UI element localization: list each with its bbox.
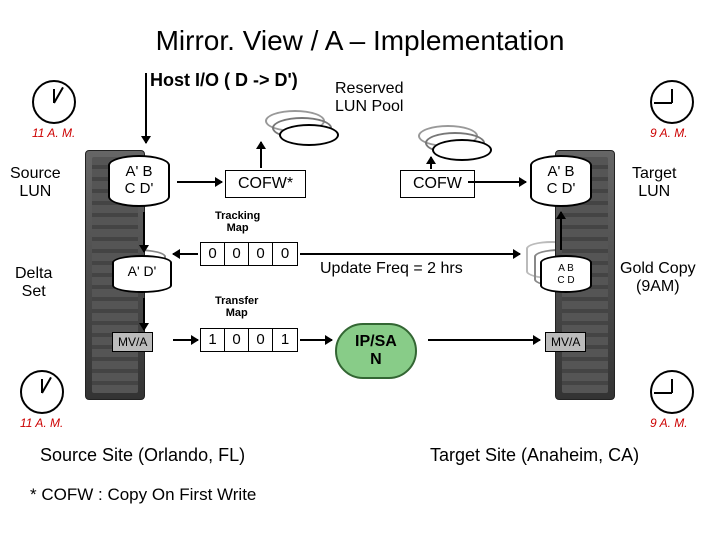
arrow-cofw-to-target xyxy=(468,181,526,183)
mv-a-target: MV/A xyxy=(545,332,586,352)
arrow-cofw-right-up xyxy=(430,157,432,169)
arrow-cofw-up xyxy=(260,142,262,168)
source-site-label: Source Site (Orlando, FL) xyxy=(40,445,245,466)
arrow-src-down xyxy=(143,212,145,252)
transfer-bit: 0 xyxy=(249,329,273,351)
clock-target-bottom: 9 A. M. xyxy=(650,370,688,430)
host-io-label: Host I/O ( D -> D') xyxy=(150,70,298,91)
arrow-gold-up xyxy=(560,212,562,250)
target-lun-label: Target LUN xyxy=(632,165,676,201)
arrow-tracking-to-delta xyxy=(173,253,198,255)
cofw-box: COFW xyxy=(400,170,475,198)
page-title: Mirror. View / A – Implementation xyxy=(0,0,720,67)
diagram-stage: Host I/O ( D -> D') 11 A. M. 9 A. M. 11 … xyxy=(0,70,720,540)
tracking-map-bits: 0 0 0 0 xyxy=(200,242,298,266)
clock-source-top-label: 11 A. M. xyxy=(32,126,75,140)
gold-copy-label: Gold Copy (9AM) xyxy=(620,260,696,296)
transfer-bit: 1 xyxy=(273,329,297,351)
transfer-bit: 0 xyxy=(225,329,249,351)
reserved-pool-label: Reserved LUN Pool xyxy=(335,80,403,116)
target-lun-cylinder: A' B C D' xyxy=(530,155,592,207)
source-lun-label: Source LUN xyxy=(10,165,61,201)
cofw-star-box: COFW* xyxy=(225,170,306,198)
transfer-map-bits: 1 0 0 1 xyxy=(200,328,298,352)
transfer-bit: 1 xyxy=(201,329,225,351)
cofw-footnote: * COFW : Copy On First Write xyxy=(30,485,256,505)
arrow-to-cloud-left xyxy=(300,339,332,341)
tracking-bit: 0 xyxy=(273,243,297,265)
clock-source-top: 11 A. M. xyxy=(32,80,75,140)
arrow-cloud-to-target xyxy=(428,339,540,341)
update-freq-label: Update Freq = 2 hrs xyxy=(320,260,463,278)
tracking-bit: 0 xyxy=(249,243,273,265)
transfer-map-label: Transfer Map xyxy=(215,295,258,319)
delta-set-label: Delta Set xyxy=(15,265,52,301)
clock-target-top-label: 9 A. M. xyxy=(650,126,688,140)
target-site-label: Target Site (Anaheim, CA) xyxy=(430,445,639,466)
arrow-delta-down xyxy=(143,298,145,330)
tracking-bit: 0 xyxy=(225,243,249,265)
gold-copy-cylinder: A B C D xyxy=(540,255,592,293)
clock-source-bottom-label: 11 A. M. xyxy=(20,416,63,430)
reserved-pool-right-icon xyxy=(432,139,492,161)
clock-source-bottom: 11 A. M. xyxy=(20,370,63,430)
host-io-arrow xyxy=(145,73,147,143)
source-lun-cylinder: A' B C D' xyxy=(108,155,170,207)
arrow-update-freq xyxy=(300,253,520,255)
ipsan-cloud: IP/SA N xyxy=(335,323,417,379)
tracking-bit: 0 xyxy=(201,243,225,265)
arrow-src-to-cofw xyxy=(177,181,222,183)
clock-target-bottom-label: 9 A. M. xyxy=(650,416,688,430)
reserved-pool-left-icon xyxy=(279,124,339,146)
delta-set-cylinder: A' D' xyxy=(112,255,172,293)
clock-target-top: 9 A. M. xyxy=(650,80,688,140)
mv-a-source: MV/A xyxy=(112,332,153,352)
arrow-mv-to-transfer xyxy=(173,339,198,341)
tracking-map-label: Tracking Map xyxy=(215,210,260,234)
